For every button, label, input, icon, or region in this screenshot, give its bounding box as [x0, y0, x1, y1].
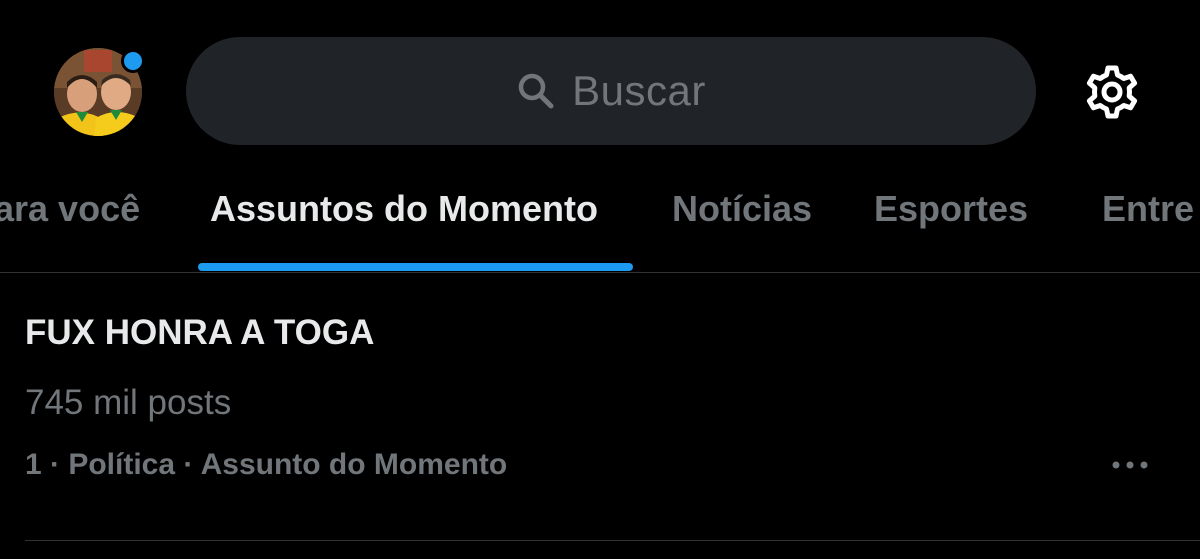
notification-dot — [121, 49, 145, 73]
tab-for-you[interactable]: ara você — [0, 188, 140, 230]
trend-title: FUX HONRA A TOGA — [25, 313, 375, 352]
search-icon — [516, 71, 556, 111]
tab-trending[interactable]: Assuntos do Momento — [210, 188, 598, 230]
tab-entertainment[interactable]: Entre — [1102, 188, 1194, 230]
search-bar[interactable]: Buscar — [186, 37, 1036, 145]
trend-item[interactable]: FUX HONRA A TOGA 745 mil posts 1 · Polít… — [0, 273, 1200, 543]
search-input[interactable]: Buscar — [572, 67, 706, 115]
tab-news[interactable]: Notícias — [672, 188, 812, 230]
active-tab-indicator — [198, 263, 633, 271]
trend-post-count: 745 mil posts — [25, 383, 232, 422]
trend-context: 1 · Política · Assunto do Momento — [25, 448, 508, 481]
tab-sports[interactable]: Esportes — [874, 188, 1028, 230]
explore-page: Buscar ara você Assuntos do Momento Notí… — [0, 0, 1200, 559]
divider — [25, 540, 1200, 541]
settings-gear-icon[interactable] — [1082, 62, 1142, 122]
explore-tabs: ara você Assuntos do Momento Notícias Es… — [0, 168, 1200, 273]
more-options-icon[interactable] — [1110, 453, 1154, 477]
